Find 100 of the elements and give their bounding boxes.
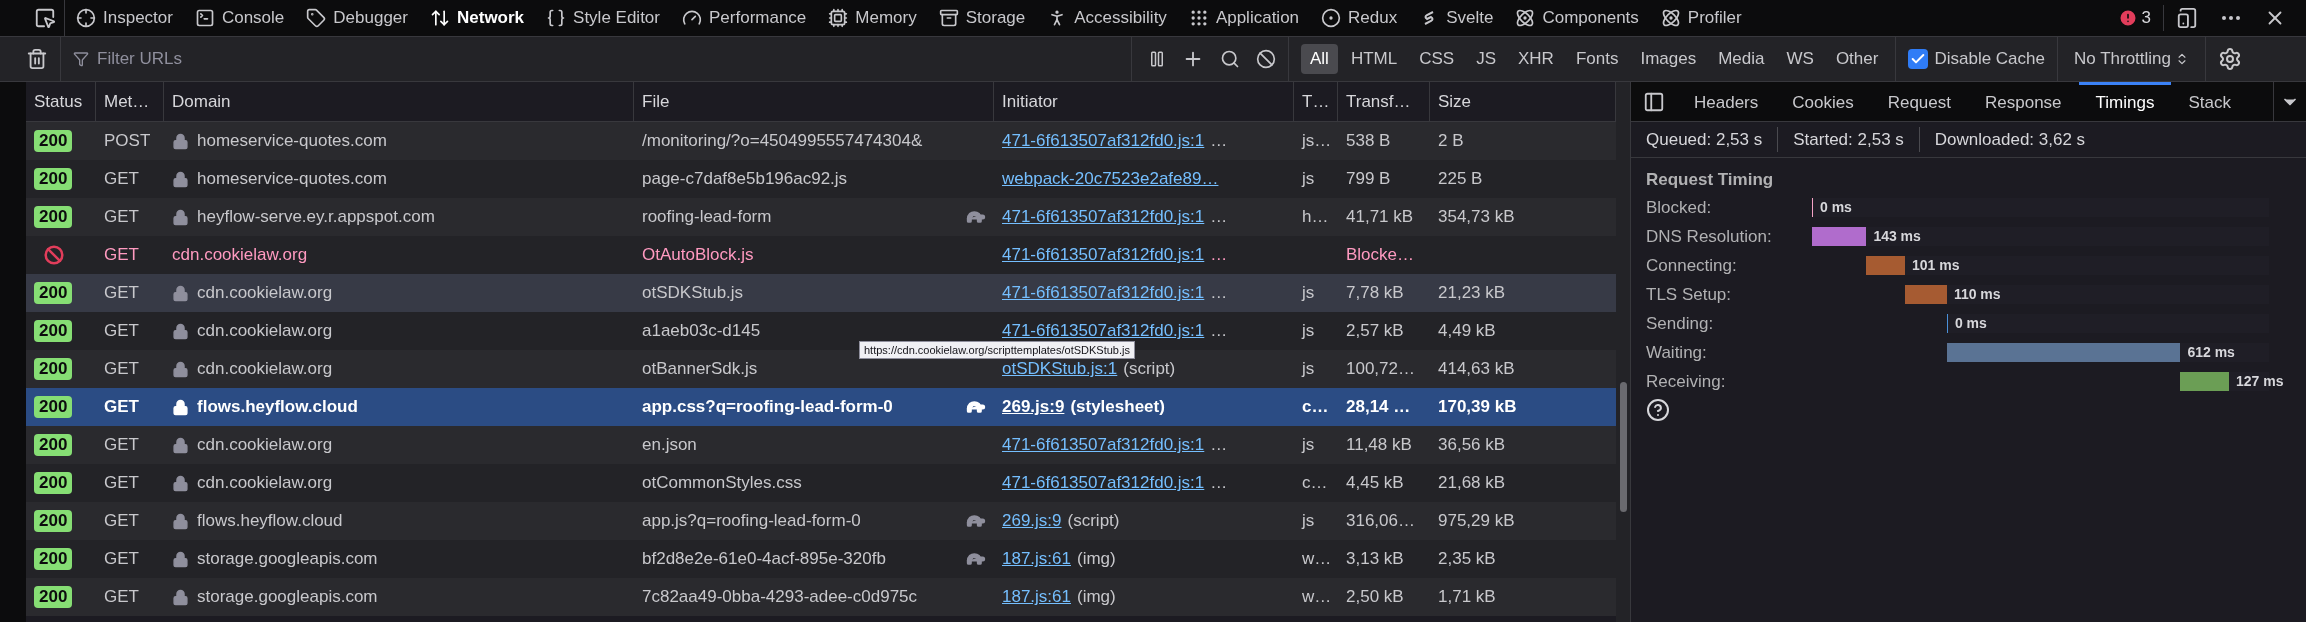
type-filter-button[interactable]: Fonts <box>1566 44 1628 74</box>
type-filter-button[interactable]: WS <box>1777 44 1823 74</box>
request-row[interactable]: GET cdn.cookielaw.org OtAutoBlock.js 471-6f613507af312fd0.js:1 … Blocke… <box>26 236 1616 274</box>
method-text: GET <box>104 321 139 341</box>
details-tab[interactable]: Headers <box>1677 82 1776 121</box>
type-filter-button[interactable]: Other <box>1826 44 1888 74</box>
domain-text: cdn.cookielaw.org <box>172 244 308 267</box>
request-row[interactable]: 200 GET storage.googleapis.com 7c82aa49-0bba-4293-adee-c0d975c 187.js:61 (img) w… 2,50 kB 1,71 kB <box>26 578 1616 616</box>
toolbox-tab[interactable]: Application <box>1177 0 1311 36</box>
initiator-link[interactable]: 471-6f613507af312fd0.js:1 <box>1002 280 1205 306</box>
type-text: js <box>1302 283 1315 303</box>
request-row[interactable]: 200 GET cdn.cookielaw.org otSDKStub.js 471-6f613507af312fd0.js:1 … js 7,78 kB 21,23 kB <box>26 274 1616 312</box>
timing-label: Sending: <box>1646 312 1715 335</box>
method-text: GET <box>104 245 139 265</box>
file-text: 7c82aa49-0bba-4293-adee-c0d975c <box>642 586 918 609</box>
size-text: 2,35 kB <box>1438 549 1496 569</box>
domain-text: flows.heyflow.cloud <box>197 510 343 533</box>
initiator-link[interactable]: 471-6f613507af312fd0.js:1 <box>1002 242 1205 268</box>
domain-text: homeservice-quotes.com <box>197 168 387 191</box>
throttling-dropdown[interactable]: No Throttling <box>2057 37 2206 81</box>
request-row[interactable]: 200 GET cdn.cookielaw.org otCommonStyles.css 471-6f613507af312fd0.js:1 … c… 4,45 kB 21,68 kB <box>26 464 1616 502</box>
domain-text: storage.googleapis.com <box>197 548 378 571</box>
scrollbar-thumb[interactable] <box>1619 382 1627 512</box>
size-text: 21,23 kB <box>1438 283 1506 303</box>
timing-summary: Started: 2,53 s <box>1777 126 1911 153</box>
type-filter-button[interactable]: All <box>1301 44 1338 74</box>
transferred-text: 28,14 … <box>1346 397 1411 417</box>
initiator-link[interactable]: 471-6f613507af312fd0.js:1 <box>1002 470 1205 496</box>
toolbox-tab[interactable]: Debugger <box>295 0 419 36</box>
toolbox-tab[interactable]: Components <box>1504 0 1650 36</box>
request-row[interactable]: 200 GET flows.heyflow.cloud app.js?q=roofing-lead-form-0 269.js:9 (script) js 316,06… 975,29 kB <box>26 502 1616 540</box>
type-filter-button[interactable]: Images <box>1631 44 1706 74</box>
domain-text: cdn.cookielaw.org <box>197 320 333 343</box>
status-badge: 200 <box>34 396 73 418</box>
request-row[interactable]: 200 GET heyflow-serve.ey.r.appspot.com roofing-lead-form 471-6f613507af312fd0.js:1 … h… 41,71 kB 354,73 kB <box>26 198 1616 236</box>
request-row[interactable]: 200 GET cdn.cookielaw.org en.json 471-6f613507af312fd0.js:1 … js 11,48 kB 36,56 kB <box>26 426 1616 464</box>
column-header[interactable]: Met… <box>96 82 164 121</box>
details-tab[interactable]: Cookies <box>1775 82 1871 121</box>
details-tab[interactable]: Request <box>1870 82 1968 121</box>
toolbox-tab[interactable]: Memory <box>817 0 928 36</box>
initiator-link[interactable]: 471-6f613507af312fd0.js:1 <box>1002 128 1205 154</box>
size-text: 225 B <box>1438 169 1483 189</box>
initiator-link[interactable]: 187.js:61 <box>1002 584 1071 610</box>
initiator-note: … <box>1210 244 1228 267</box>
initiator-note: (img) <box>1077 548 1116 571</box>
details-tab[interactable]: Stack <box>2171 82 2248 121</box>
domain-text: cdn.cookielaw.org <box>197 358 333 381</box>
method-text: POST <box>104 131 151 151</box>
toolbox-tab[interactable]: Network <box>419 0 536 36</box>
initiator-link[interactable]: 471-6f613507af312fd0.js:1 <box>1002 432 1205 458</box>
initiator-link[interactable]: 471-6f613507af312fd0.js:1 <box>1002 318 1205 344</box>
toolbox-tab[interactable]: Inspector <box>65 0 184 36</box>
column-header[interactable]: File <box>634 82 994 121</box>
toolbox-tab[interactable]: Profiler <box>1649 0 1753 36</box>
braces-icon <box>546 8 567 28</box>
toolbox-tab[interactable]: Console <box>183 0 296 36</box>
pointer-icon <box>34 7 56 29</box>
type-filter-button[interactable]: XHR <box>1509 44 1563 74</box>
filter-input[interactable]: Filter URLs <box>97 46 1131 72</box>
checkbox[interactable] <box>1908 49 1929 69</box>
request-row[interactable]: 200 GET homeservice-quotes.com page-c7daf8e5b196ac92.js webpack-20c7523e2afe89… js 799 B 225 B <box>26 160 1616 198</box>
column-header[interactable]: Transf… <box>1338 82 1430 121</box>
type-filter-button[interactable]: CSS <box>1410 44 1464 74</box>
toolbox-tab[interactable]: Storage <box>927 0 1037 36</box>
initiator-link[interactable]: 471-6f613507af312fd0.js:1 <box>1002 204 1205 230</box>
request-row[interactable]: 200 GET flows.heyflow.cloud app.css?q=roofing-lead-form-0 269.js:9 (stylesheet) c… 28,14 … 170,39 kB <box>26 388 1616 426</box>
initiator-link[interactable]: 187.js:61 <box>1002 546 1071 572</box>
request-row[interactable]: 200 GET storage.googleapis.com bf2d8e2e-61e0-4acf-895e-320fb 187.js:61 (img) w… 3,13 kB 2,35 kB <box>26 540 1616 578</box>
panel-icon <box>1643 90 1665 113</box>
timing-label: TLS Setup: <box>1646 283 1733 306</box>
type-filter-button[interactable]: Media <box>1709 44 1774 74</box>
initiator-link[interactable]: 269.js:9 <box>1002 508 1062 534</box>
atom-icon <box>1515 8 1536 28</box>
type-filter-button[interactable]: HTML <box>1341 44 1407 74</box>
type-text: h… <box>1302 207 1329 227</box>
file-text: roofing-lead-form <box>642 206 772 229</box>
details-tab[interactable]: Timings <box>2078 82 2172 121</box>
method-text: GET <box>104 473 139 493</box>
status-badge: 200 <box>34 472 73 494</box>
transferred-text: 41,71 kB <box>1346 207 1414 227</box>
column-header[interactable]: T… <box>1294 82 1338 121</box>
column-header[interactable]: Status <box>26 82 96 121</box>
type-filter-button[interactable]: JS <box>1467 44 1505 74</box>
details-tab[interactable]: Response <box>1968 82 2079 121</box>
initiator-link[interactable]: webpack-20c7523e2afe89… <box>1002 166 1219 192</box>
request-row[interactable]: 200 POST homeservice-quotes.com /monitoring/?o=4504995557474304& 471-6f613507af312fd0.js:1 … js… 538 B 2 B <box>26 122 1616 160</box>
toolbox-tab[interactable]: Style Editor <box>535 0 671 36</box>
help-icon[interactable] <box>1646 398 1670 422</box>
toolbox-tab[interactable]: Accessibility <box>1036 0 1178 36</box>
domain-text: cdn.cookielaw.org <box>197 434 333 457</box>
initiator-link[interactable]: 269.js:9 <box>1002 394 1065 420</box>
toolbox-tab[interactable]: Redux <box>1310 0 1409 36</box>
timing-value: 0 ms <box>1820 198 1852 217</box>
search-icon <box>1220 49 1240 69</box>
column-header[interactable]: Initiator <box>994 82 1294 121</box>
toolbox-tab[interactable]: Svelte <box>1408 0 1505 36</box>
toolbox-tab[interactable]: Performance <box>671 0 818 36</box>
initiator-link[interactable]: otSDKStub.js:1 <box>1002 356 1118 382</box>
column-header[interactable]: Domain <box>164 82 634 121</box>
size-text: 975,29 kB <box>1438 511 1515 531</box>
